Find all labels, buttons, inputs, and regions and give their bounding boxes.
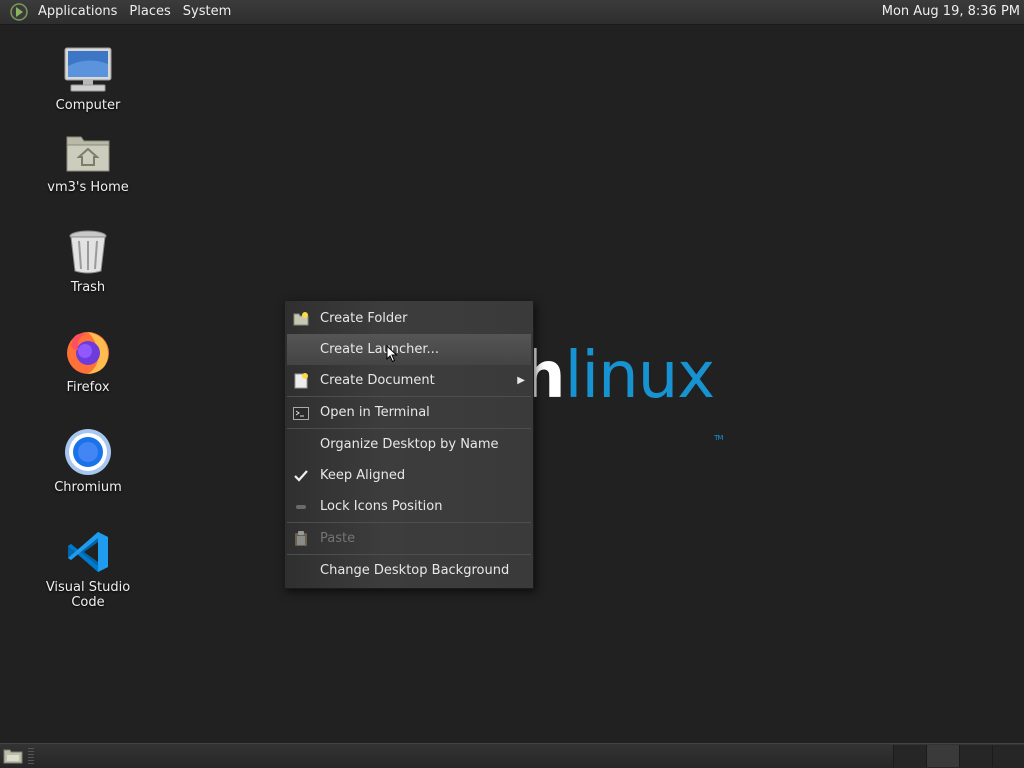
folder-new-icon bbox=[293, 311, 309, 327]
desktop-icon-computer[interactable]: Computer bbox=[28, 44, 148, 113]
bottom-panel bbox=[0, 743, 1024, 768]
workspace-2[interactable] bbox=[926, 745, 959, 767]
menu-item-change-background[interactable]: Change Desktop Background bbox=[285, 555, 533, 586]
document-new-icon bbox=[293, 373, 309, 389]
paste-icon bbox=[293, 531, 309, 547]
applications-menu[interactable]: Applications bbox=[32, 0, 123, 24]
desktop-icon-label: Chromium bbox=[54, 480, 122, 495]
menu-item-label: Create Launcher... bbox=[320, 342, 439, 357]
panel-grip-handle[interactable] bbox=[28, 748, 34, 764]
desktop-icon-chromium[interactable]: Chromium bbox=[28, 426, 148, 495]
computer-icon bbox=[64, 47, 112, 92]
top-panel: Applications Places System Mon Aug 19, 8… bbox=[0, 0, 1024, 25]
menu-item-label: Open in Terminal bbox=[320, 405, 430, 420]
menu-item-open-in-terminal[interactable]: Open in Terminal bbox=[285, 397, 533, 428]
submenu-arrow-icon: ▶ bbox=[517, 375, 525, 386]
menu-item-label: Lock Icons Position bbox=[320, 499, 443, 514]
menu-item-organize-desktop[interactable]: Organize Desktop by Name bbox=[285, 429, 533, 460]
desktop-icon-vscode[interactable]: Visual Studio Code bbox=[28, 526, 148, 610]
home-folder-icon bbox=[66, 136, 110, 172]
trash-icon bbox=[69, 230, 107, 274]
desktop-icon-home[interactable]: vm3's Home bbox=[28, 126, 148, 195]
firefox-icon bbox=[67, 332, 109, 374]
clock[interactable]: Mon Aug 19, 8:36 PM bbox=[882, 0, 1020, 24]
wallpaper-logo: hlinuxTM bbox=[520, 336, 723, 442]
workspace-1[interactable] bbox=[893, 745, 926, 767]
menu-item-create-launcher[interactable]: Create Launcher... bbox=[287, 334, 531, 365]
lock-indicator-icon bbox=[293, 499, 309, 515]
desktop-icon-label: vm3's Home bbox=[47, 180, 129, 195]
mouse-cursor-icon bbox=[386, 345, 398, 363]
desktop-icon-label: Trash bbox=[70, 280, 106, 295]
desktop-icon-firefox[interactable]: Firefox bbox=[28, 326, 148, 395]
desktop-icon-trash[interactable]: Trash bbox=[28, 226, 148, 295]
desktop-icon-label: Visual Studio Code bbox=[45, 580, 131, 610]
menu-item-lock-icons-position[interactable]: Lock Icons Position bbox=[285, 491, 533, 522]
desktop-icon-label: Computer bbox=[55, 98, 121, 113]
system-menu[interactable]: System bbox=[177, 0, 237, 24]
show-desktop-icon[interactable] bbox=[2, 747, 24, 765]
wallpaper-trademark: TM bbox=[714, 434, 723, 442]
menu-item-label: Keep Aligned bbox=[320, 468, 406, 483]
places-menu[interactable]: Places bbox=[123, 0, 176, 24]
desktop-context-menu: Create Folder Create Launcher... Create … bbox=[284, 300, 534, 589]
menu-item-label: Create Folder bbox=[320, 311, 408, 326]
terminal-icon bbox=[293, 405, 309, 421]
menu-item-label: Change Desktop Background bbox=[320, 563, 510, 578]
workspace-3[interactable] bbox=[959, 745, 992, 767]
mate-logo-icon[interactable] bbox=[10, 3, 28, 21]
wallpaper-logo-linux: linux bbox=[564, 339, 716, 413]
desktop-icon-label: Firefox bbox=[66, 380, 110, 395]
checkmark-icon bbox=[293, 468, 309, 484]
menu-item-paste[interactable]: Paste bbox=[285, 523, 533, 554]
menu-item-label: Create Document bbox=[320, 373, 435, 388]
menu-item-keep-aligned[interactable]: Keep Aligned bbox=[285, 460, 533, 491]
menu-item-create-document[interactable]: Create Document ▶ bbox=[285, 365, 533, 396]
chromium-icon bbox=[65, 429, 111, 475]
menu-item-label: Paste bbox=[320, 531, 356, 546]
menu-item-create-folder[interactable]: Create Folder bbox=[285, 303, 533, 334]
vscode-icon bbox=[68, 532, 108, 572]
workspace-4[interactable] bbox=[992, 745, 1024, 767]
menu-item-label: Organize Desktop by Name bbox=[320, 437, 499, 452]
